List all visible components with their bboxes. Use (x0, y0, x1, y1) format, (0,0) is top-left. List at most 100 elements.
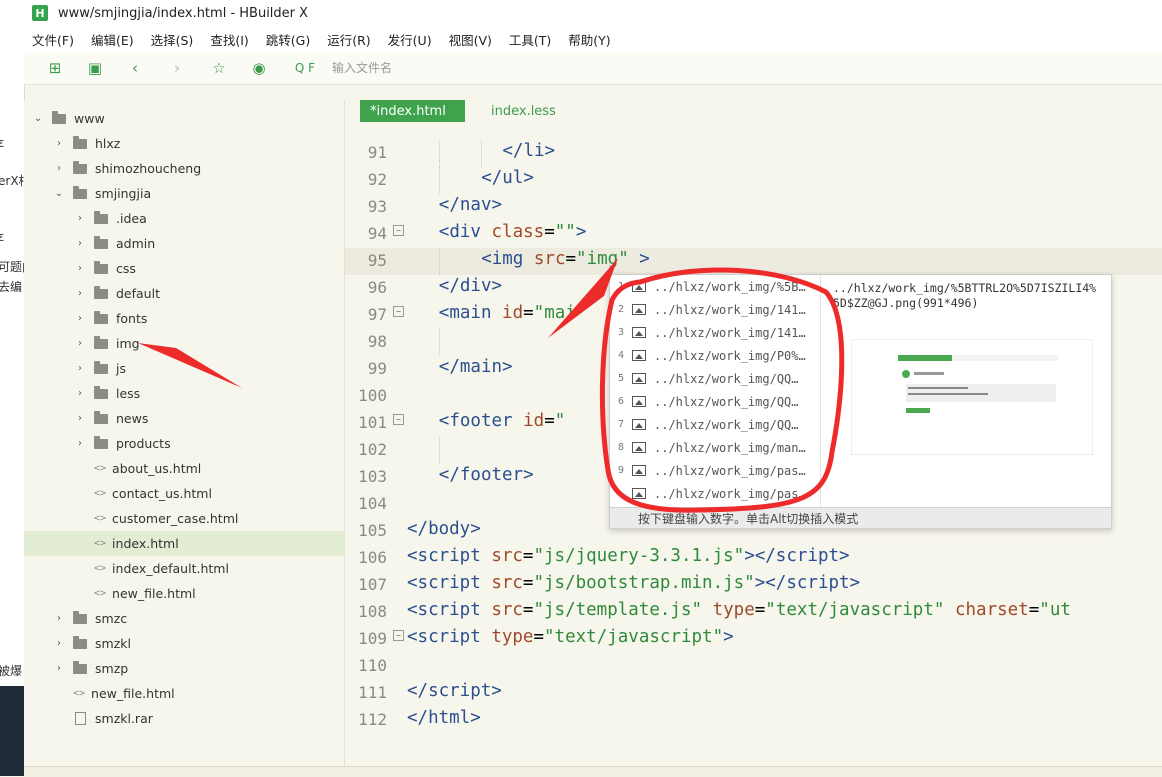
code-line[interactable]: 94− <div class=""> (345, 221, 1162, 248)
chevron-right-icon[interactable]: › (74, 338, 86, 349)
chevron-right-icon[interactable]: › (74, 413, 86, 424)
autocomplete-item[interactable]: ../hlxz/work_img/pas… (610, 482, 820, 505)
chevron-right-icon[interactable]: › (53, 638, 65, 649)
chevron-down-icon[interactable]: ⌄ (53, 188, 65, 199)
line-number: 102 (358, 440, 387, 459)
autocomplete-item[interactable]: 7 ../hlxz/work_img/QQ… (610, 413, 820, 436)
autocomplete-item[interactable]: 5 ../hlxz/work_img/QQ… (610, 367, 820, 390)
project-explorer: ⌄ www › hlxz › shimozhoucheng ⌄ smjingjia › .idea… (24, 100, 394, 766)
line-number: 95 (367, 251, 387, 270)
folder-icon (94, 235, 108, 249)
code-line[interactable]: 110 (345, 653, 1162, 680)
autocomplete-status: 按下键盘输入数字。单击Alt切换插入模式 (610, 507, 1111, 528)
autocomplete-item[interactable]: 4 ../hlxz/work_img/P0%… (610, 344, 820, 367)
fold-toggle-icon[interactable]: − (393, 225, 404, 236)
autocomplete-item[interactable]: 2 ../hlxz/work_img/141… (610, 298, 820, 321)
star-icon[interactable]: ☆ (210, 59, 228, 77)
tree-item-less[interactable]: › less (24, 381, 394, 406)
tree-item-idea[interactable]: › .idea (24, 206, 394, 231)
menu-item[interactable]: 选择(S) (151, 30, 194, 49)
tree-item-js[interactable]: › js (24, 356, 394, 381)
chevron-right-icon[interactable]: › (53, 163, 65, 174)
tree-item-smzc[interactable]: › smzc (24, 606, 373, 631)
tree-item-smzp[interactable]: › smzp (24, 656, 373, 681)
folder-icon (94, 385, 108, 399)
tab-index-less[interactable]: index.less (481, 100, 566, 122)
tree-item-products[interactable]: › products (24, 431, 394, 456)
chevron-right-icon[interactable]: › (74, 238, 86, 249)
tree-item-img[interactable]: › img (24, 331, 394, 356)
code-line[interactable]: 108 <script src="js/template.js" type="te… (345, 599, 1162, 626)
tree-item-shimozhoucheng[interactable]: › shimozhoucheng (24, 156, 373, 181)
code-line[interactable]: 112 </html> (345, 707, 1162, 734)
menu-item[interactable]: 运行(R) (327, 30, 370, 49)
tree-item-smzkl[interactable]: › smzkl (24, 631, 373, 656)
menu-item[interactable]: 查找(I) (210, 30, 248, 49)
chevron-right-icon[interactable]: › (74, 388, 86, 399)
menu-item[interactable]: 文件(F) (32, 30, 74, 49)
tree-item-css[interactable]: › css (24, 256, 394, 281)
autocomplete-item[interactable]: 9 ../hlxz/work_img/pas… (610, 459, 820, 482)
tree-item-news[interactable]: › news (24, 406, 394, 431)
new-file-icon[interactable]: ⊞ (46, 59, 64, 77)
code-line[interactable]: 91 </li> (345, 140, 1162, 167)
menu-item[interactable]: 跳转(G) (266, 30, 310, 49)
fold-toggle-icon[interactable]: − (393, 306, 404, 317)
menu-item[interactable]: 帮助(Y) (568, 30, 610, 49)
code-line[interactable]: 109− <script type="text/javascript"> (345, 626, 1162, 653)
code-line[interactable]: 107 <script src="js/bootstrap.min.js"></s… (345, 572, 1162, 599)
file-search-input[interactable]: 输入文件名 (332, 59, 392, 76)
tree-item-new-file-html[interactable]: <> new_file.html (24, 581, 394, 606)
menu-item[interactable]: 视图(V) (449, 30, 492, 49)
autocomplete-item[interactable]: 1 ../hlxz/work_img/%5B… (610, 275, 820, 298)
menu-item[interactable]: 发行(U) (388, 30, 432, 49)
chevron-right-icon[interactable]: › (74, 213, 86, 224)
chevron-right-icon[interactable]: › (53, 663, 65, 674)
chevron-right-icon[interactable]: › (53, 138, 65, 149)
chevron-right-icon[interactable]: › (53, 613, 65, 624)
tree-item-fonts[interactable]: › fonts (24, 306, 394, 331)
chevron-right-icon[interactable]: › (74, 438, 86, 449)
code-line[interactable]: 106 <script src="js/jquery-3.3.1.js"></sc… (345, 545, 1162, 572)
autocomplete-item[interactable]: 6 ../hlxz/work_img/QQ… (610, 390, 820, 413)
tree-item-admin[interactable]: › admin (24, 231, 394, 256)
chevron-right-icon[interactable]: › (74, 288, 86, 299)
code-line[interactable]: 111 </script> (345, 680, 1162, 707)
tree-item-customer-case-html[interactable]: <> customer_case.html (24, 506, 394, 531)
line-number: 97 (367, 305, 387, 324)
tree-item-label: css (116, 261, 136, 276)
autocomplete-item[interactable]: 3 ../hlxz/work_img/141… (610, 321, 820, 344)
tree-item-default[interactable]: › default (24, 281, 394, 306)
tree-item-new-file-html[interactable]: <> new_file.html (24, 681, 373, 706)
tree-item-hlxz[interactable]: › hlxz (24, 131, 373, 156)
save-icon[interactable]: ▣ (86, 59, 104, 77)
tree-item-label: index.html (112, 536, 179, 551)
tree-item-index-html[interactable]: <> index.html (24, 531, 394, 556)
line-number: 106 (358, 548, 387, 567)
code-line[interactable]: 93 </nav> (345, 194, 1162, 221)
tree-item-www[interactable]: ⌄ www (24, 106, 352, 131)
fold-toggle-icon[interactable]: − (393, 630, 404, 641)
fold-toggle-icon[interactable]: − (393, 414, 404, 425)
chevron-right-icon[interactable]: › (74, 263, 86, 274)
code-line[interactable]: 92 </ul> (345, 167, 1162, 194)
back-icon[interactable]: ‹ (126, 59, 144, 77)
code-line[interactable]: 95 <img src="img" > (345, 248, 1162, 275)
tree-item-index-default-html[interactable]: <> index_default.html (24, 556, 394, 581)
autocomplete-item[interactable]: 8 ../hlxz/work_img/man… (610, 436, 820, 459)
search-icon[interactable]: Q F (292, 59, 318, 77)
menu-item[interactable]: 编辑(E) (91, 30, 134, 49)
tree-item-about-us-html[interactable]: <> about_us.html (24, 456, 394, 481)
tree-item-smzkl-rar[interactable]: smzkl.rar (24, 706, 373, 731)
tab-index-html[interactable]: *index.html (360, 100, 465, 122)
folder-icon (94, 335, 108, 349)
forward-icon[interactable]: › (168, 59, 186, 77)
chevron-down-icon[interactable]: ⌄ (32, 113, 44, 124)
chevron-right-icon[interactable]: › (74, 313, 86, 324)
chevron-right-icon[interactable]: › (74, 363, 86, 374)
run-icon[interactable]: ◉ (250, 59, 268, 77)
tree-item-contact-us-html[interactable]: <> contact_us.html (24, 481, 394, 506)
tree-item-smjingjia[interactable]: ⌄ smjingjia (24, 181, 373, 206)
menu-item[interactable]: 工具(T) (509, 30, 551, 49)
line-number: 94 (367, 224, 387, 243)
